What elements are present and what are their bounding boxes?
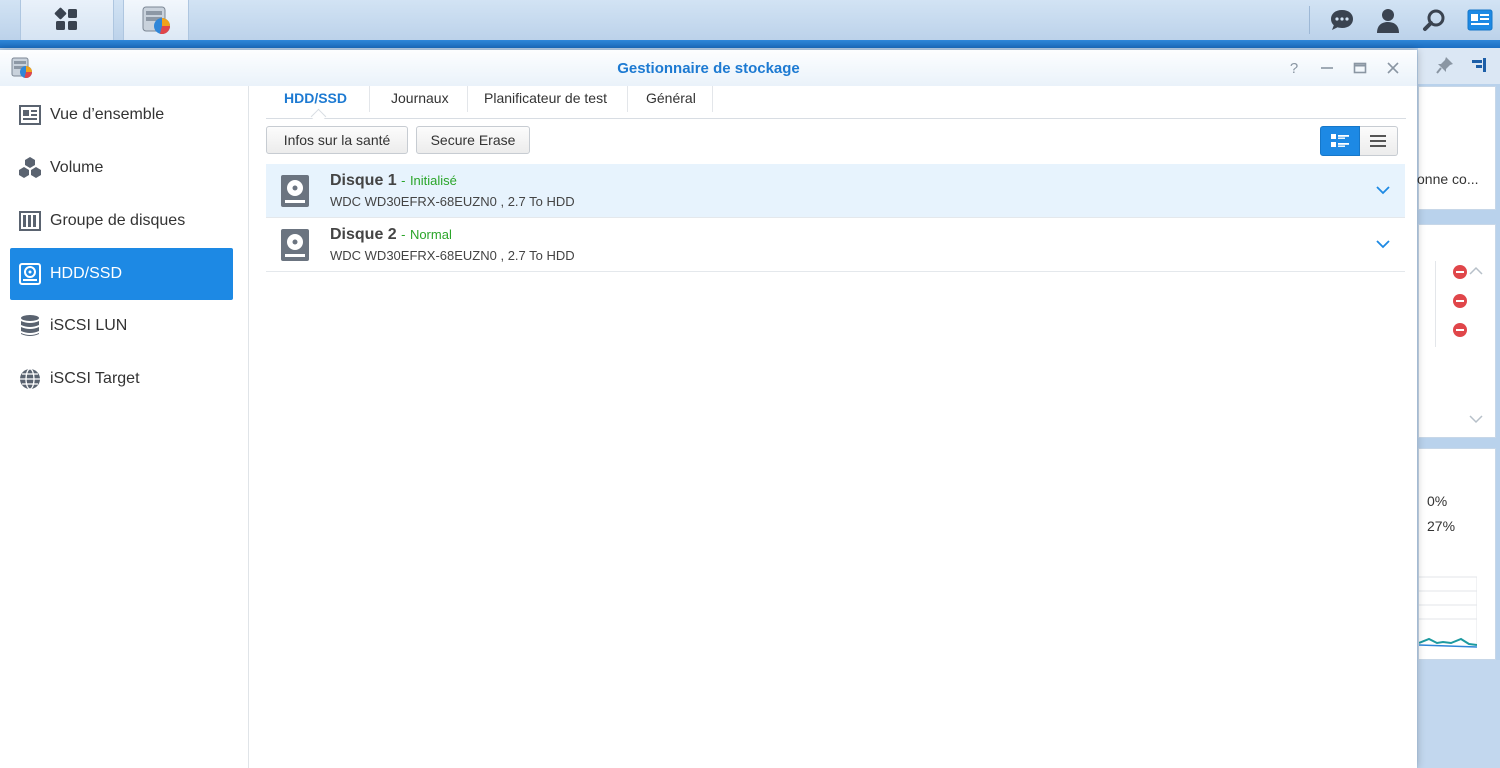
taskbar-accent-line [0,40,1500,48]
disk-model: WDC WD30EFRX-68EUZN0 , 2.7 To HDD [330,194,575,209]
disk-row-2[interactable]: Disque 2 - Normal WDC WD30EFRX-68EUZN0 ,… [266,218,1405,272]
user-button[interactable] [1372,4,1404,36]
chevron-down-icon[interactable] [1469,415,1483,425]
sidebar-item-label: HDD/SSD [50,265,123,282]
sidebar-item-iscsi-lun[interactable]: iSCSI LUN [10,300,233,352]
pin-icon[interactable] [1436,56,1454,74]
disk-model: WDC WD30EFRX-68EUZN0 , 2.7 To HDD [330,248,575,263]
error-status-icon [1453,294,1467,308]
window-controls: ? [1271,58,1403,78]
storage-manager-window: Gestionnaire de stockage ? Vue d’ensembl… [0,50,1417,768]
disk-name-text: Disque 2 [330,226,397,243]
view-mode-toggle [1320,126,1398,156]
secure-erase-button[interactable]: Secure Erase [416,126,530,154]
taskbar-right-tray [1309,0,1500,40]
tab-bar: HDD/SSD Journaux Planificateur de test G… [266,86,1406,125]
volume-cubes-icon [18,156,42,180]
tab-general[interactable]: Général [646,86,696,114]
main-content: HDD/SSD Journaux Planificateur de test G… [266,86,1406,768]
widget-panel-lower-area [1418,660,1500,768]
chevron-down-icon[interactable] [1375,236,1391,252]
storage-manager-icon [142,6,171,35]
disk-name: Disque 2 - Normal [330,226,452,244]
widget-layout-icon[interactable] [1470,56,1488,74]
sidebar-item-label: Groupe de disques [50,212,186,229]
tab-separator [627,86,628,112]
error-status-icon [1453,265,1467,279]
widget-divider [1435,261,1436,347]
search-icon [1423,9,1445,31]
disk-status: Normal [409,227,452,242]
maximize-icon [1353,62,1367,74]
disk-group-icon [18,209,42,233]
widget-panel-header [1418,48,1500,84]
background-widget-2 [1418,224,1496,438]
hard-disk-icon [281,229,309,261]
disk-name-text: Disque 1 [330,172,397,189]
disk-name: Disque 1 - Initialisé [330,172,457,190]
widgets-card-icon [1467,9,1493,31]
detail-list-icon [1330,134,1349,147]
taskbar [0,0,1500,48]
disk-status: Initialisé [409,173,457,188]
window-title: Gestionnaire de stockage [617,60,800,77]
list-view-button[interactable] [1359,126,1398,156]
sidebar-item-hdd-ssd[interactable]: HDD/SSD [10,248,233,300]
globe-icon [18,367,42,391]
health-info-button[interactable]: Infos sur la santé [266,126,408,154]
chevron-up-icon[interactable] [1469,265,1483,275]
minimize-button[interactable] [1317,58,1337,78]
close-icon [1387,62,1399,74]
help-icon: ? [1289,59,1299,77]
minimize-icon [1321,67,1333,69]
chevron-down-icon[interactable] [1375,182,1391,198]
hdd-icon [18,262,42,286]
status-separator: - [401,173,406,188]
sidebar-item-volume[interactable]: Volume [10,142,233,194]
list-lines-icon [1370,135,1387,147]
close-button[interactable] [1383,58,1403,78]
disk-row-1[interactable]: Disque 1 - Initialisé WDC WD30EFRX-68EUZ… [266,164,1405,218]
sidebar-item-label: Vue d’ensemble [50,106,165,123]
main-menu-button[interactable] [20,0,114,40]
tab-separator [712,86,713,112]
widgets-button[interactable] [1464,4,1496,36]
chat-bubble-icon [1331,10,1353,30]
search-button[interactable] [1418,4,1450,36]
database-icon [18,314,42,338]
help-button[interactable]: ? [1284,58,1304,78]
maximize-button[interactable] [1350,58,1370,78]
tab-separator [467,86,468,112]
sidebar-item-overview[interactable]: Vue d’ensemble [10,89,233,141]
sidebar-item-disk-group[interactable]: Groupe de disques [10,195,233,247]
background-widget-3: 0% 27% [1418,448,1496,660]
overview-icon [18,103,42,127]
background-widget-1: onne co... [1417,86,1496,210]
widget-percent-2: 27% [1427,518,1456,534]
widget-percent-1: 0% [1427,493,1448,509]
mini-usage-chart [1419,576,1477,648]
notifications-button[interactable] [1326,4,1358,36]
user-icon [1377,9,1399,33]
main-menu-icon [54,7,77,30]
tab-journaux[interactable]: Journaux [391,86,449,114]
widget-truncated-text: onne co... [1417,171,1479,187]
hard-disk-icon [281,175,309,207]
tray-separator [1309,6,1310,34]
sidebar: Vue d’ensemble Volume Groupe de disques … [0,86,249,768]
sidebar-item-label: iSCSI LUN [50,317,128,334]
tab-separator [369,86,370,112]
detail-view-button[interactable] [1320,126,1360,156]
tab-planificateur[interactable]: Planificateur de test [484,86,607,114]
sidebar-item-label: Volume [50,159,104,176]
storage-manager-taskbar-button[interactable] [123,0,189,40]
error-status-icon [1453,323,1467,337]
sidebar-item-label: iSCSI Target [50,370,140,387]
window-titlebar[interactable]: Gestionnaire de stockage ? [0,50,1417,86]
status-separator: - [401,227,406,242]
sidebar-item-iscsi-target[interactable]: iSCSI Target [10,353,233,405]
